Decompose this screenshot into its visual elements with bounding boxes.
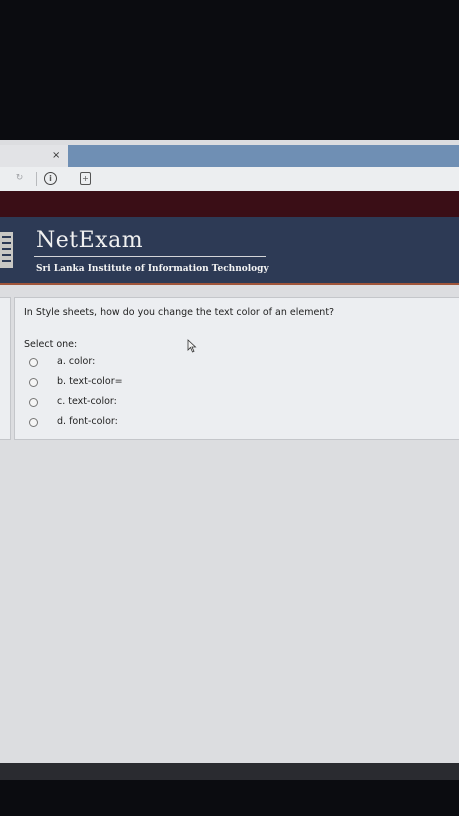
radio-icon[interactable]	[29, 378, 38, 387]
question-nav-panel	[0, 297, 11, 440]
option-label[interactable]: c. text-color:	[57, 396, 117, 407]
option-label[interactable]: a. color:	[57, 356, 95, 367]
site-title[interactable]: NetExam	[36, 228, 143, 253]
radio-icon[interactable]	[29, 418, 38, 427]
option-label[interactable]: d. font-color:	[57, 416, 118, 427]
radio-icon[interactable]	[29, 358, 38, 367]
browser-screen: × ↻ i + NetExam Sri Lanka Institute of I…	[0, 140, 459, 780]
info-icon[interactable]: i	[44, 172, 57, 185]
screen-bottom-bezel	[0, 763, 459, 780]
site-subtitle: Sri Lanka Institute of Information Techn…	[36, 264, 269, 274]
site-header: NetExam Sri Lanka Institute of Informati…	[0, 217, 459, 285]
title-divider	[34, 256, 266, 257]
question-card: In Style sheets, how do you change the t…	[14, 297, 459, 440]
radio-icon[interactable]	[29, 398, 38, 407]
close-icon[interactable]: ×	[52, 151, 60, 161]
select-prompt: Select one:	[24, 339, 78, 350]
browser-toolbar: ↻ i +	[0, 167, 459, 192]
logo-icon	[0, 232, 13, 268]
option-label[interactable]: b. text-color=	[57, 376, 123, 387]
reload-icon[interactable]: ↻	[13, 172, 26, 185]
page-icon[interactable]: +	[80, 172, 91, 185]
question-text: In Style sheets, how do you change the t…	[24, 307, 335, 318]
site-top-band	[0, 191, 459, 217]
tab-bar: ×	[0, 145, 459, 167]
toolbar-divider	[36, 172, 37, 186]
active-tab[interactable]	[68, 145, 459, 167]
